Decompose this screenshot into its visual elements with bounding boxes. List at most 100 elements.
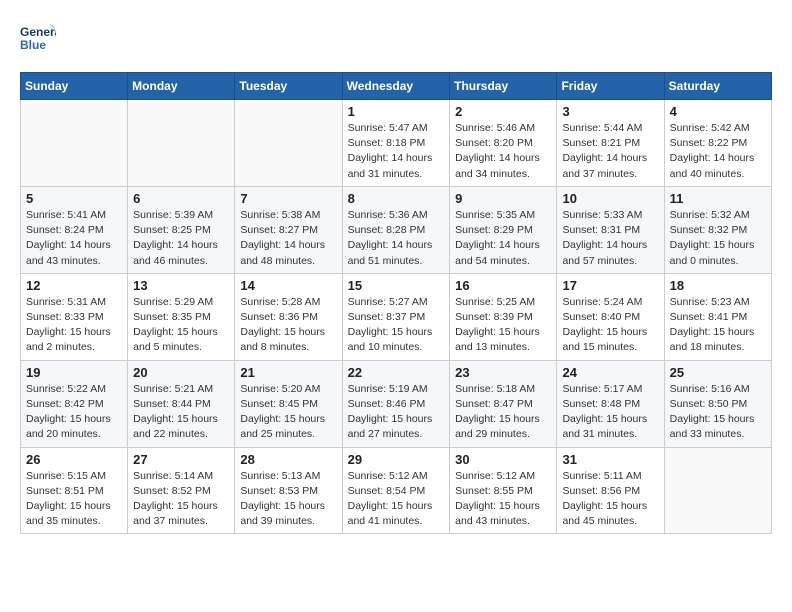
day-number: 12 [26, 278, 122, 293]
day-info: Sunrise: 5:47 AM Sunset: 8:18 PM Dayligh… [348, 121, 445, 182]
day-number: 30 [455, 452, 551, 467]
day-number: 29 [348, 452, 445, 467]
day-number: 5 [26, 191, 122, 206]
calendar-week-row: 26 Sunrise: 5:15 AM Sunset: 8:51 PM Dayli… [21, 447, 772, 534]
day-info: Sunrise: 5:12 AM Sunset: 8:54 PM Dayligh… [348, 469, 445, 530]
day-info: Sunrise: 5:33 AM Sunset: 8:31 PM Dayligh… [562, 208, 658, 269]
svg-text:Blue: Blue [20, 38, 46, 52]
day-info: Sunrise: 5:27 AM Sunset: 8:37 PM Dayligh… [348, 295, 445, 356]
day-info: Sunrise: 5:23 AM Sunset: 8:41 PM Dayligh… [670, 295, 766, 356]
day-number: 13 [133, 278, 229, 293]
calendar-cell: 12 Sunrise: 5:31 AM Sunset: 8:33 PM Dayli… [21, 273, 128, 360]
calendar-cell [664, 447, 771, 534]
calendar-cell: 7 Sunrise: 5:38 AM Sunset: 8:27 PM Daylig… [235, 186, 342, 273]
calendar-cell: 13Sunrise: 5:29 AM Sunset: 8:35 PM Dayli… [128, 273, 235, 360]
weekday-header-friday: Friday [557, 73, 664, 100]
day-number: 14 [240, 278, 336, 293]
calendar-cell: 10Sunrise: 5:33 AM Sunset: 8:31 PM Dayli… [557, 186, 664, 273]
calendar-cell: 2Sunrise: 5:46 AM Sunset: 8:20 PM Daylig… [450, 100, 557, 187]
calendar-week-row: 5Sunrise: 5:41 AM Sunset: 8:24 PM Daylig… [21, 186, 772, 273]
day-number: 22 [348, 365, 445, 380]
day-info: Sunrise: 5:12 AM Sunset: 8:55 PM Dayligh… [455, 469, 551, 530]
day-number: 26 [26, 452, 122, 467]
svg-text:General: General [20, 25, 56, 39]
day-number: 8 [348, 191, 445, 206]
weekday-header-row: SundayMondayTuesdayWednesdayThursdayFrid… [21, 73, 772, 100]
calendar-cell: 26 Sunrise: 5:15 AM Sunset: 8:51 PM Dayli… [21, 447, 128, 534]
calendar-cell: 5Sunrise: 5:41 AM Sunset: 8:24 PM Daylig… [21, 186, 128, 273]
weekday-header-tuesday: Tuesday [235, 73, 342, 100]
day-info: Sunrise: 5:14 AM Sunset: 8:52 PM Dayligh… [133, 469, 229, 530]
day-number: 19 [26, 365, 122, 380]
day-info: Sunrise: 5:20 AM Sunset: 8:45 PM Dayligh… [240, 382, 336, 443]
day-info: Sunrise: 5:36 AM Sunset: 8:28 PM Dayligh… [348, 208, 445, 269]
day-info: Sunrise: 5:22 AM Sunset: 8:42 PM Dayligh… [26, 382, 122, 443]
day-number: 23 [455, 365, 551, 380]
day-number: 28 [240, 452, 336, 467]
calendar-cell: 23 Sunrise: 5:18 AM Sunset: 8:47 PM Dayli… [450, 360, 557, 447]
calendar-cell: 8 Sunrise: 5:36 AM Sunset: 8:28 PM Daylig… [342, 186, 450, 273]
day-info: Sunrise: 5:28 AM Sunset: 8:36 PM Dayligh… [240, 295, 336, 356]
day-info: Sunrise: 5:24 AM Sunset: 8:40 PM Dayligh… [562, 295, 658, 356]
day-info: Sunrise: 5:11 AM Sunset: 8:56 PM Dayligh… [562, 469, 658, 530]
page-header: General Blue [20, 20, 772, 56]
day-number: 27 [133, 452, 229, 467]
day-number: 1 [348, 104, 445, 119]
calendar-cell: 9 Sunrise: 5:35 AM Sunset: 8:29 PM Daylig… [450, 186, 557, 273]
day-info: Sunrise: 5:25 AM Sunset: 8:39 PM Dayligh… [455, 295, 551, 356]
calendar-cell: 1 Sunrise: 5:47 AM Sunset: 8:18 PM Daylig… [342, 100, 450, 187]
day-info: Sunrise: 5:21 AM Sunset: 8:44 PM Dayligh… [133, 382, 229, 443]
calendar-cell: 15 Sunrise: 5:27 AM Sunset: 8:37 PM Dayli… [342, 273, 450, 360]
day-number: 18 [670, 278, 766, 293]
calendar-cell: 22 Sunrise: 5:19 AM Sunset: 8:46 PM Dayli… [342, 360, 450, 447]
calendar-week-row: 19 Sunrise: 5:22 AM Sunset: 8:42 PM Dayli… [21, 360, 772, 447]
day-number: 3 [562, 104, 658, 119]
day-number: 17 [562, 278, 658, 293]
day-info: Sunrise: 5:35 AM Sunset: 8:29 PM Dayligh… [455, 208, 551, 269]
day-number: 9 [455, 191, 551, 206]
day-info: Sunrise: 5:16 AM Sunset: 8:50 PM Dayligh… [670, 382, 766, 443]
day-number: 24 [562, 365, 658, 380]
calendar-cell: 19 Sunrise: 5:22 AM Sunset: 8:42 PM Dayli… [21, 360, 128, 447]
calendar-cell [235, 100, 342, 187]
day-info: Sunrise: 5:38 AM Sunset: 8:27 PM Dayligh… [240, 208, 336, 269]
logo-svg: General Blue [20, 20, 56, 56]
calendar-cell: 3 Sunrise: 5:44 AM Sunset: 8:21 PM Daylig… [557, 100, 664, 187]
calendar-cell: 20 Sunrise: 5:21 AM Sunset: 8:44 PM Dayli… [128, 360, 235, 447]
day-info: Sunrise: 5:44 AM Sunset: 8:21 PM Dayligh… [562, 121, 658, 182]
calendar-cell: 30 Sunrise: 5:12 AM Sunset: 8:55 PM Dayli… [450, 447, 557, 534]
day-info: Sunrise: 5:19 AM Sunset: 8:46 PM Dayligh… [348, 382, 445, 443]
day-number: 7 [240, 191, 336, 206]
day-info: Sunrise: 5:18 AM Sunset: 8:47 PM Dayligh… [455, 382, 551, 443]
day-number: 21 [240, 365, 336, 380]
day-number: 20 [133, 365, 229, 380]
day-number: 6 [133, 191, 229, 206]
day-info: Sunrise: 5:13 AM Sunset: 8:53 PM Dayligh… [240, 469, 336, 530]
calendar-cell: 14 Sunrise: 5:28 AM Sunset: 8:36 PM Dayli… [235, 273, 342, 360]
day-number: 11 [670, 191, 766, 206]
calendar-cell [21, 100, 128, 187]
weekday-header-thursday: Thursday [450, 73, 557, 100]
calendar-cell: 18 Sunrise: 5:23 AM Sunset: 8:41 PM Dayli… [664, 273, 771, 360]
calendar-cell: 27 Sunrise: 5:14 AM Sunset: 8:52 PM Dayli… [128, 447, 235, 534]
calendar-cell: 17 Sunrise: 5:24 AM Sunset: 8:40 PM Dayli… [557, 273, 664, 360]
calendar-table: SundayMondayTuesdayWednesdayThursdayFrid… [20, 72, 772, 534]
logo: General Blue [20, 20, 56, 56]
calendar-cell: 28 Sunrise: 5:13 AM Sunset: 8:53 PM Dayli… [235, 447, 342, 534]
calendar-cell: 16Sunrise: 5:25 AM Sunset: 8:39 PM Dayli… [450, 273, 557, 360]
day-number: 15 [348, 278, 445, 293]
day-info: Sunrise: 5:17 AM Sunset: 8:48 PM Dayligh… [562, 382, 658, 443]
day-number: 31 [562, 452, 658, 467]
calendar-week-row: 1 Sunrise: 5:47 AM Sunset: 8:18 PM Daylig… [21, 100, 772, 187]
calendar-cell: 25 Sunrise: 5:16 AM Sunset: 8:50 PM Dayli… [664, 360, 771, 447]
day-info: Sunrise: 5:42 AM Sunset: 8:22 PM Dayligh… [670, 121, 766, 182]
calendar-cell: 4 Sunrise: 5:42 AM Sunset: 8:22 PM Daylig… [664, 100, 771, 187]
calendar-cell: 24 Sunrise: 5:17 AM Sunset: 8:48 PM Dayli… [557, 360, 664, 447]
day-number: 4 [670, 104, 766, 119]
weekday-header-wednesday: Wednesday [342, 73, 450, 100]
day-info: Sunrise: 5:32 AM Sunset: 8:32 PM Dayligh… [670, 208, 766, 269]
day-number: 25 [670, 365, 766, 380]
day-info: Sunrise: 5:31 AM Sunset: 8:33 PM Dayligh… [26, 295, 122, 356]
weekday-header-sunday: Sunday [21, 73, 128, 100]
day-info: Sunrise: 5:15 AM Sunset: 8:51 PM Dayligh… [26, 469, 122, 530]
